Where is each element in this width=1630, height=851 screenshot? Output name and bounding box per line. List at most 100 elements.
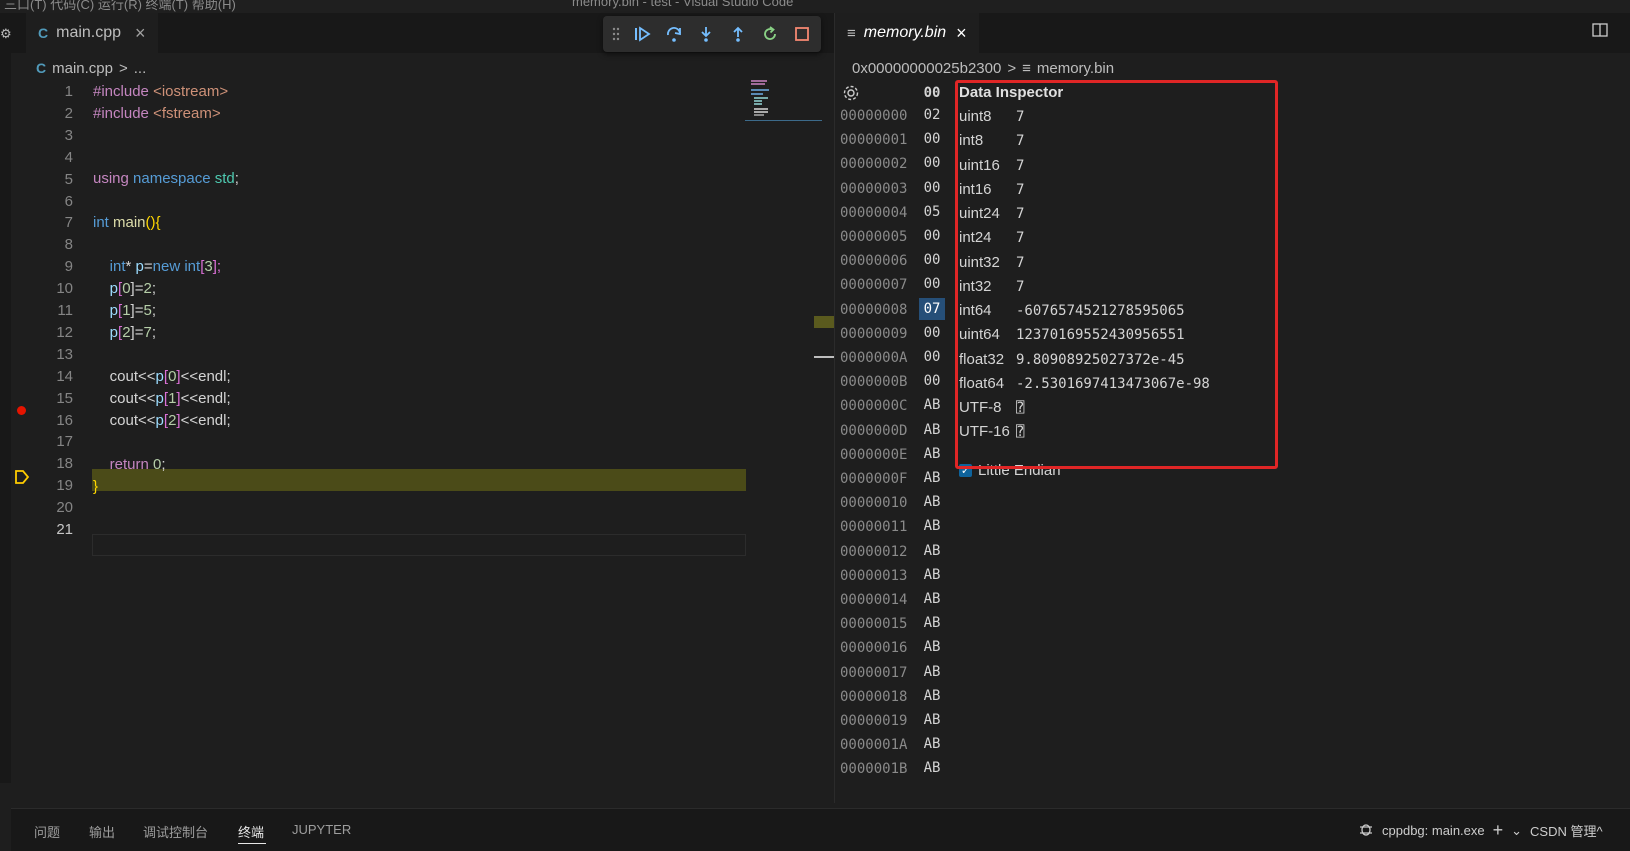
panel-tab-jupyter[interactable]: JUPYTER: [292, 822, 351, 837]
hex-byte-cell[interactable]: AB: [919, 685, 945, 707]
panel-tab-output[interactable]: 输出: [89, 822, 115, 841]
panel-tab-terminal[interactable]: 终端: [238, 822, 264, 841]
hex-row: 00000007 00: [840, 273, 950, 298]
step-out-icon[interactable]: [727, 23, 749, 45]
hex-byte-cell[interactable]: AB: [919, 394, 945, 416]
activity-bar: [0, 13, 11, 783]
hex-byte-cell[interactable]: AB: [919, 733, 945, 755]
window-title: memory.bin - test - Visual Studio Code: [572, 0, 794, 9]
hex-byte-cell[interactable]: AB: [919, 757, 945, 779]
hex-byte-cell[interactable]: AB: [919, 709, 945, 731]
panel-misc[interactable]: CSDN 管理^: [1530, 821, 1603, 840]
memory-address[interactable]: 0x00000000025b2300: [852, 60, 1001, 77]
token: p: [109, 280, 119, 297]
token: ];: [212, 258, 222, 275]
hex-row: 00000017 AB: [840, 661, 950, 686]
tab-memory-bin[interactable]: ≡ memory.bin ×: [835, 13, 979, 53]
token: cout<<: [109, 368, 156, 385]
token: p: [155, 390, 164, 407]
token: ;: [161, 456, 166, 473]
line-number[interactable]: 21: [31, 518, 73, 541]
terminal-selector[interactable]: cppdbg: main.exe: [1382, 823, 1485, 838]
restart-icon[interactable]: [759, 23, 781, 45]
hex-byte-cell[interactable]: AB: [919, 467, 945, 489]
hex-byte-cell[interactable]: 00: [919, 152, 945, 174]
menu-bar[interactable]: 三口(T) 代码(C) 运行(R) 终端(T) 帮助(H): [4, 0, 236, 13]
active-tab-underline: [238, 843, 266, 844]
hex-byte-cell[interactable]: 00: [919, 370, 945, 392]
hex-editor-settings-gear-icon[interactable]: [842, 84, 860, 105]
hex-byte-cell[interactable]: AB: [919, 661, 945, 683]
line-number[interactable]: 6: [31, 190, 73, 213]
hex-byte-cell[interactable]: 00: [919, 177, 945, 199]
token: <<endl;: [180, 412, 231, 429]
hex-address: 0000000C: [840, 398, 908, 415]
hex-byte-cell[interactable]: 00: [919, 322, 945, 344]
breadcrumb-symbol[interactable]: ...: [134, 60, 147, 77]
line-number[interactable]: 17: [31, 430, 73, 453]
hex-byte-cell[interactable]: AB: [919, 588, 945, 610]
hex-column-header: 00: [923, 85, 941, 101]
chevron-down-icon[interactable]: ⌄: [1511, 823, 1522, 839]
line-number[interactable]: 20: [31, 496, 73, 519]
hex-row: 00000018 AB: [840, 685, 950, 710]
hex-byte-cell[interactable]: 00: [919, 128, 945, 150]
hex-address: 00000016: [840, 640, 908, 657]
tab-main-cpp[interactable]: C main.cpp ×: [26, 13, 158, 53]
panel-tab-problems[interactable]: 问题: [34, 822, 60, 841]
editor-group-divider[interactable]: [834, 13, 835, 803]
hex-byte-cell[interactable]: 02: [919, 104, 945, 126]
token: ;: [151, 324, 156, 341]
settings-gear-icon[interactable]: ⚙: [0, 26, 12, 42]
hex-row: 00000014 AB: [840, 588, 950, 613]
hex-byte-cell[interactable]: AB: [919, 612, 945, 634]
continue-icon[interactable]: [631, 23, 653, 45]
hex-byte-cell[interactable]: AB: [919, 515, 945, 537]
breadcrumb-file[interactable]: main.cpp: [52, 60, 113, 77]
hex-row: 0000000D AB: [840, 419, 950, 444]
token: <<endl;: [180, 390, 231, 407]
token: cout<<: [109, 390, 156, 407]
hex-row: 00000001 00: [840, 128, 950, 153]
code-line-18: return 0;: [11, 453, 746, 476]
line-number[interactable]: 13: [31, 343, 73, 366]
hex-byte-cell[interactable]: 05: [919, 201, 945, 223]
hex-row: 0000001B AB: [840, 757, 950, 782]
stop-icon[interactable]: [791, 23, 813, 45]
step-into-icon[interactable]: [695, 23, 717, 45]
drag-handle-icon[interactable]: [611, 23, 621, 45]
close-icon[interactable]: ×: [956, 23, 967, 44]
token: p: [155, 412, 164, 429]
hex-byte-cell[interactable]: 00: [919, 249, 945, 271]
token: int: [109, 258, 126, 275]
token: 2: [143, 280, 152, 297]
line-number[interactable]: 8: [31, 233, 73, 256]
hex-address: 00000005: [840, 229, 908, 245]
close-icon[interactable]: ×: [135, 23, 146, 44]
hex-byte-cell[interactable]: AB: [919, 564, 945, 586]
line-number[interactable]: 4: [31, 146, 73, 169]
token: (){: [145, 214, 161, 231]
step-over-icon[interactable]: [663, 23, 685, 45]
tab-label: memory.bin: [863, 24, 947, 41]
line-number[interactable]: 3: [31, 124, 73, 147]
hex-byte-cell[interactable]: 00: [919, 273, 945, 295]
hex-byte-cell[interactable]: AB: [919, 540, 945, 562]
hex-byte-cell[interactable]: 00: [919, 225, 945, 247]
hex-address: 00000015: [840, 616, 908, 633]
split-editor-icon[interactable]: [1592, 22, 1608, 41]
code-line-15: cout<<p[1]<<endl;: [11, 387, 746, 410]
token: 5: [143, 302, 152, 319]
breadcrumb-file[interactable]: memory.bin: [1037, 60, 1114, 77]
hex-byte-cell[interactable]: AB: [919, 636, 945, 658]
hex-byte-cell[interactable]: 00: [919, 346, 945, 368]
add-terminal-button[interactable]: +: [1493, 820, 1504, 841]
panel-tab-debug-console[interactable]: 调试控制台: [143, 822, 208, 841]
hex-byte-cell[interactable]: AB: [919, 443, 945, 465]
hex-byte-cell[interactable]: AB: [919, 419, 945, 441]
hex-byte-cell[interactable]: 07: [919, 297, 945, 320]
hex-row: 0000000B 00: [840, 370, 950, 395]
token: 1: [122, 302, 131, 319]
hex-byte-cell[interactable]: AB: [919, 491, 945, 513]
tab-label: main.cpp: [56, 24, 122, 41]
